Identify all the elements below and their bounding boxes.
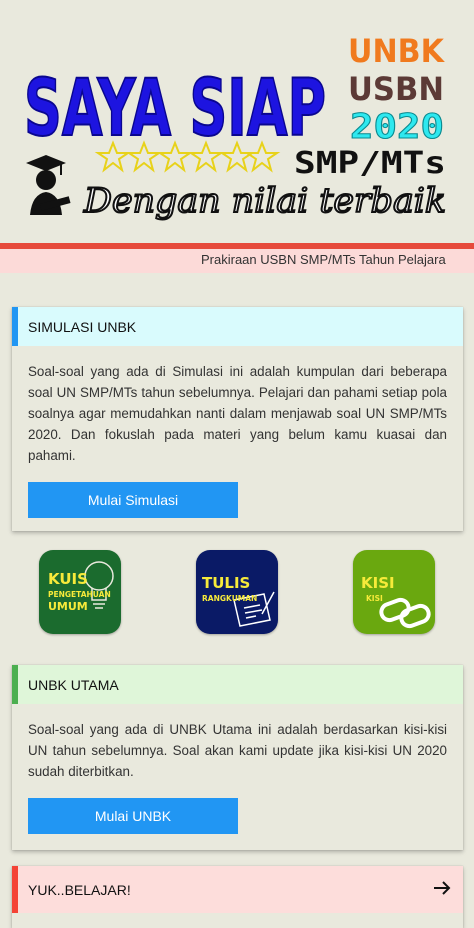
- kuis-app-tile[interactable]: KUIS PENGETAHUAN UMUM: [39, 550, 121, 634]
- banner-year: 2020: [350, 107, 444, 147]
- kuis-subtitle-2: UMUM: [48, 600, 88, 613]
- graduate-icon: [26, 155, 71, 215]
- news-marquee: Prakiraan USBN SMP/MTs Tahun Pelajara: [0, 249, 474, 273]
- start-unbk-button[interactable]: Mulai UNBK: [28, 798, 238, 834]
- tulis-app-tile[interactable]: TULIS RANGKUMAN: [196, 550, 278, 634]
- chain-link-icon: [379, 597, 431, 629]
- kuis-title: KUIS: [48, 570, 88, 588]
- banner-exam1: UNBK: [348, 32, 445, 70]
- unbk-description: Soal-soal yang ada di UNBK Utama ini ada…: [28, 722, 447, 779]
- tulis-title: TULIS: [202, 574, 251, 592]
- start-simulation-button[interactable]: Mulai Simulasi: [28, 482, 238, 518]
- belajar-title: YUK..BELAJAR!: [28, 881, 131, 898]
- kisi-title: KISI: [361, 574, 395, 592]
- kisi-subtitle: KISI: [366, 594, 383, 603]
- pen-paper-icon: [233, 591, 275, 627]
- header-banner: SAYA SIAP UNBK USBN 2020 SMP/MTs Dengan …: [0, 0, 474, 243]
- simulasi-card: SIMULASI UNBK Soal-soal yang ada di Simu…: [12, 307, 463, 531]
- unbk-card: UNBK UTAMA Soal-soal yang ada di UNBK Ut…: [12, 665, 463, 850]
- unbk-title: UNBK UTAMA: [28, 676, 119, 693]
- simulasi-description: Soal-soal yang ada di Simulasi ini adala…: [28, 364, 447, 463]
- marquee-text: Prakiraan USBN SMP/MTs Tahun Pelajara: [201, 252, 446, 267]
- banner-level: SMP/MTs: [294, 146, 446, 181]
- tulis-subtitle: RANGKUMAN: [202, 594, 258, 603]
- simulasi-title: SIMULASI UNBK: [28, 318, 137, 335]
- simulasi-card-body: Soal-soal yang ada di Simulasi ini adala…: [12, 346, 463, 534]
- banner-tagline: Dengan nilai terbaik: [83, 181, 446, 221]
- kisi-app-tile[interactable]: KISI KISI: [353, 550, 435, 634]
- kuis-subtitle: PENGETAHUAN: [48, 590, 111, 599]
- banner-graphic: SAYA SIAP UNBK USBN 2020 SMP/MTs Dengan …: [23, 32, 447, 222]
- belajar-card[interactable]: YUK..BELAJAR!: [12, 866, 463, 928]
- unbk-card-header: UNBK UTAMA: [12, 665, 463, 704]
- unbk-card-body: Soal-soal yang ada di UNBK Utama ini ada…: [12, 704, 463, 850]
- banner-exam2: USBN: [348, 70, 444, 108]
- simulasi-card-header: SIMULASI UNBK: [12, 307, 463, 346]
- belajar-card-header[interactable]: YUK..BELAJAR!: [12, 866, 463, 913]
- arrow-right-icon[interactable]: [433, 879, 451, 897]
